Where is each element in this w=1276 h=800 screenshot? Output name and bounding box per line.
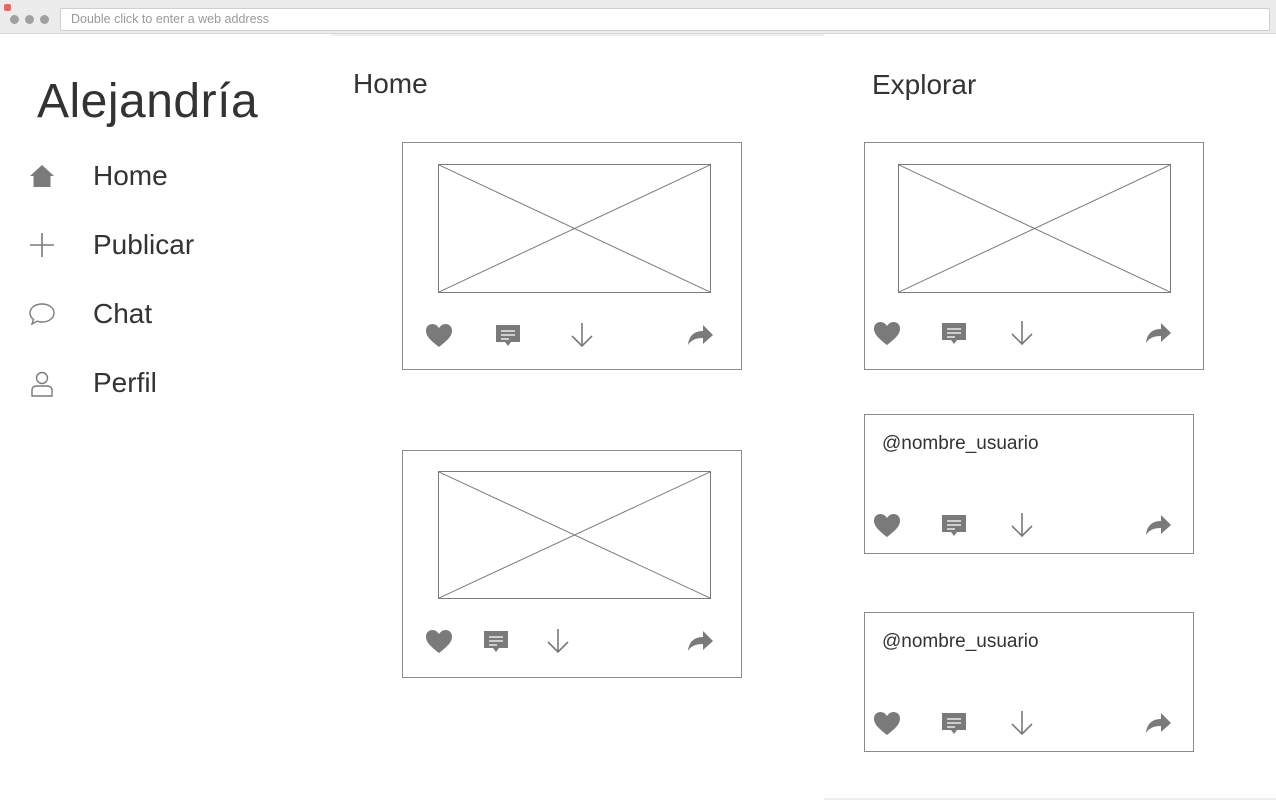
- window-minimize-button[interactable]: [25, 15, 34, 24]
- sidebar-item-chat[interactable]: Chat: [0, 290, 300, 340]
- explore-text-post-card[interactable]: @nombre_usuario: [864, 612, 1194, 752]
- comment-icon[interactable]: [481, 627, 511, 655]
- username-label[interactable]: @nombre_usuario: [882, 631, 1039, 653]
- home-post-card[interactable]: [402, 142, 742, 370]
- chat-bubble-icon: [28, 300, 56, 328]
- home-icon: [28, 162, 56, 190]
- download-icon[interactable]: [1007, 511, 1037, 539]
- sidebar-item-perfil[interactable]: Perfil: [0, 359, 300, 409]
- share-icon[interactable]: [685, 627, 715, 655]
- sidebar-item-label: Perfil: [93, 367, 157, 398]
- download-icon[interactable]: [1007, 319, 1037, 347]
- sidebar-item-publicar[interactable]: Publicar: [0, 221, 300, 271]
- share-icon[interactable]: [1143, 319, 1173, 347]
- like-icon[interactable]: [424, 627, 454, 655]
- download-icon[interactable]: [567, 321, 597, 349]
- like-icon[interactable]: [872, 319, 902, 347]
- sidebar-item-label: Home: [93, 160, 168, 191]
- lock-icon: [4, 4, 11, 11]
- window-close-button[interactable]: [10, 15, 19, 24]
- comment-icon[interactable]: [939, 319, 969, 347]
- sidebar-item-label: Chat: [93, 298, 153, 329]
- divider: [331, 34, 824, 36]
- home-post-card[interactable]: [402, 450, 742, 678]
- home-section-title: Home: [353, 68, 428, 99]
- share-icon[interactable]: [685, 321, 715, 349]
- explore-section-title: Explorar: [872, 69, 977, 100]
- app-brand: Alejandría: [37, 75, 259, 128]
- download-icon[interactable]: [1007, 709, 1037, 737]
- image-placeholder: [438, 164, 711, 293]
- image-placeholder: [438, 471, 711, 599]
- browser-toolbar: Double click to enter a web address: [0, 0, 1276, 34]
- sidebar-item-home[interactable]: Home: [0, 152, 300, 202]
- comment-icon[interactable]: [939, 511, 969, 539]
- download-icon[interactable]: [543, 627, 573, 655]
- user-icon: [28, 369, 56, 397]
- window-maximize-button[interactable]: [40, 15, 49, 24]
- comment-icon[interactable]: [493, 321, 523, 349]
- sidebar-item-label: Publicar: [93, 229, 195, 260]
- plus-icon: [28, 231, 56, 259]
- comment-icon[interactable]: [939, 709, 969, 737]
- explore-text-post-card[interactable]: @nombre_usuario: [864, 414, 1194, 554]
- like-icon[interactable]: [872, 511, 902, 539]
- image-placeholder: [898, 164, 1171, 293]
- like-icon[interactable]: [872, 709, 902, 737]
- address-bar[interactable]: Double click to enter a web address: [60, 8, 1270, 31]
- like-icon[interactable]: [424, 321, 454, 349]
- share-icon[interactable]: [1143, 709, 1173, 737]
- share-icon[interactable]: [1143, 511, 1173, 539]
- username-label[interactable]: @nombre_usuario: [882, 433, 1039, 455]
- explore-post-card[interactable]: [864, 142, 1204, 370]
